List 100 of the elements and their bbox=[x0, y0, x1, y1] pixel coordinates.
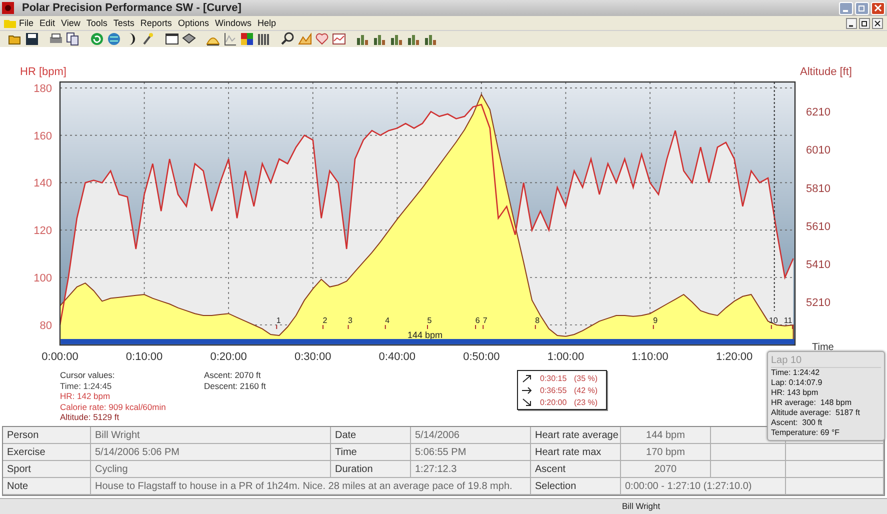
field-value: Cycling bbox=[91, 461, 331, 478]
axis-tick-label: 6010 bbox=[806, 144, 830, 157]
lap-stat: HR: 143 bpm bbox=[771, 388, 818, 398]
printer-icon[interactable] bbox=[49, 32, 63, 46]
field-label: Heart rate max bbox=[531, 444, 621, 461]
menu-item[interactable]: Help bbox=[254, 18, 279, 28]
field-label: Person bbox=[3, 427, 91, 444]
slope-share: (23 %) bbox=[574, 396, 598, 408]
cursor-value: Altitude: 5129 ft bbox=[60, 412, 120, 422]
field-label: Exercise bbox=[3, 444, 91, 461]
refresh-icon[interactable] bbox=[90, 32, 104, 46]
field-value: 0:00:00 - 1:27:10 (1:27:10.0) bbox=[621, 478, 786, 495]
lap-marker bbox=[482, 324, 484, 330]
lap-marker bbox=[475, 324, 476, 330]
lap-number: 3 bbox=[348, 316, 352, 325]
lap-stat: Lap: 0:14:07.9 bbox=[771, 378, 822, 388]
search-icon[interactable] bbox=[281, 32, 295, 46]
axis-tick-label: 160 bbox=[34, 130, 52, 142]
lap-number: 10 bbox=[768, 316, 778, 325]
menu-item[interactable]: Tests bbox=[110, 18, 138, 28]
columns-icon[interactable] bbox=[257, 32, 271, 46]
field-value: 5:06:55 PM bbox=[411, 444, 531, 461]
bar-chart-icon[interactable] bbox=[373, 32, 387, 46]
axis-tick-label: 1:10:00 bbox=[632, 351, 668, 363]
menu-item[interactable]: Windows bbox=[212, 18, 254, 28]
bar-chart-icon[interactable] bbox=[390, 32, 404, 46]
slope-share: (35 %) bbox=[574, 372, 598, 384]
menu-item[interactable]: File bbox=[16, 18, 37, 28]
lap-marker bbox=[348, 324, 349, 330]
axis-tick-label: 120 bbox=[34, 225, 52, 238]
lap-number: 4 bbox=[385, 316, 390, 325]
close-icon bbox=[874, 4, 882, 12]
grid-chart-icon[interactable] bbox=[240, 32, 254, 46]
axis-tick-label: 5610 bbox=[806, 220, 830, 233]
close-button[interactable] bbox=[872, 18, 883, 28]
axis-tick-label: 0:40:00 bbox=[378, 351, 416, 363]
field-value: 170 bpm bbox=[621, 444, 711, 461]
app-icon bbox=[2, 2, 14, 14]
field-label: Note bbox=[3, 478, 91, 495]
axis-tick-label: 6210 bbox=[806, 106, 830, 119]
axis-tick-label: 140 bbox=[34, 178, 52, 190]
status-user: Bill Wright bbox=[622, 500, 660, 513]
axis-tick-label: 5210 bbox=[806, 297, 830, 310]
menu-item[interactable]: View bbox=[58, 18, 84, 28]
field-value: 144 bpm bbox=[621, 427, 711, 444]
slope-share: (42 %) bbox=[574, 384, 598, 396]
axis-tick-label: 0:10:00 bbox=[126, 351, 163, 363]
lap-number: 1 bbox=[276, 316, 281, 325]
save-icon[interactable] bbox=[25, 32, 39, 46]
lap-number: 2 bbox=[322, 316, 328, 325]
copy-icon[interactable] bbox=[66, 32, 80, 46]
arrow-down-right-icon bbox=[522, 398, 532, 406]
slope-time: 0:36:55 bbox=[540, 384, 568, 396]
lap-marker bbox=[322, 324, 324, 330]
axis-tick-label: 0:00:00 bbox=[42, 351, 78, 363]
field-label: Ascent bbox=[531, 461, 621, 478]
close-icon bbox=[874, 20, 881, 26]
axis-tick-label: 180 bbox=[34, 82, 52, 95]
axis-tick-label: 0:50:00 bbox=[463, 351, 500, 363]
lap-marker bbox=[652, 324, 654, 330]
lap-number: 6 bbox=[475, 316, 480, 325]
axis-tick-label: 5410 bbox=[806, 259, 830, 271]
lap-stat: Time: 1:24:42 bbox=[771, 368, 820, 378]
line-chart-icon[interactable] bbox=[223, 32, 237, 46]
window-icon[interactable] bbox=[165, 32, 179, 46]
bar-chart-icon[interactable] bbox=[407, 32, 421, 46]
field-value: House to Flagstaff to house in a PR of 1h24m. Nice. 28 miles at an average pace of 19.8 mph. bbox=[91, 478, 531, 495]
menu-item[interactable]: Options bbox=[174, 18, 212, 28]
cursor-value: Calorie rate: 909 kcal/60min bbox=[60, 402, 167, 412]
chart-window-icon[interactable] bbox=[332, 32, 346, 46]
lap-stat: Ascent: 300 ft bbox=[771, 418, 822, 428]
lap-marker bbox=[427, 324, 428, 330]
menu-item[interactable]: Reports bbox=[137, 18, 175, 28]
axis-tick-label: 0:30:00 bbox=[294, 351, 332, 363]
lap-number: 7 bbox=[482, 316, 488, 325]
minimize-button[interactable] bbox=[846, 18, 857, 28]
cursor-values-heading: Cursor values: bbox=[60, 370, 116, 380]
heart-chart-icon[interactable] bbox=[315, 32, 329, 46]
axis-tick-label: 100 bbox=[34, 272, 52, 284]
restore-button[interactable] bbox=[859, 18, 870, 28]
lap-stat: Altitude average: 5187 ft bbox=[771, 408, 860, 418]
bar-chart-icon[interactable] bbox=[424, 32, 438, 46]
cursor-value: Time: 1:24:45 bbox=[60, 380, 113, 391]
wand-icon[interactable] bbox=[141, 32, 155, 46]
restore-icon bbox=[861, 20, 868, 26]
axis-label: HR [bpm] bbox=[20, 66, 66, 78]
field-value: 2070 bbox=[621, 461, 711, 478]
field-label: Sport bbox=[3, 461, 91, 478]
lap-number: 9 bbox=[653, 316, 658, 325]
slope-time: 0:30:15 bbox=[540, 372, 568, 384]
field-value: 1:27:12.3 bbox=[411, 461, 531, 478]
arrow-up-right-icon bbox=[522, 374, 532, 382]
menu-item[interactable]: Edit bbox=[36, 18, 58, 28]
average-label: 144 bpm bbox=[407, 330, 443, 340]
lap-marker bbox=[384, 324, 386, 330]
bar-chart-icon[interactable] bbox=[356, 32, 370, 46]
lap-number: 5 bbox=[427, 316, 432, 325]
menu-item[interactable]: Tools bbox=[83, 18, 110, 28]
axis-tick-label: 1:00:00 bbox=[547, 351, 584, 363]
field-label: Duration bbox=[331, 461, 411, 478]
